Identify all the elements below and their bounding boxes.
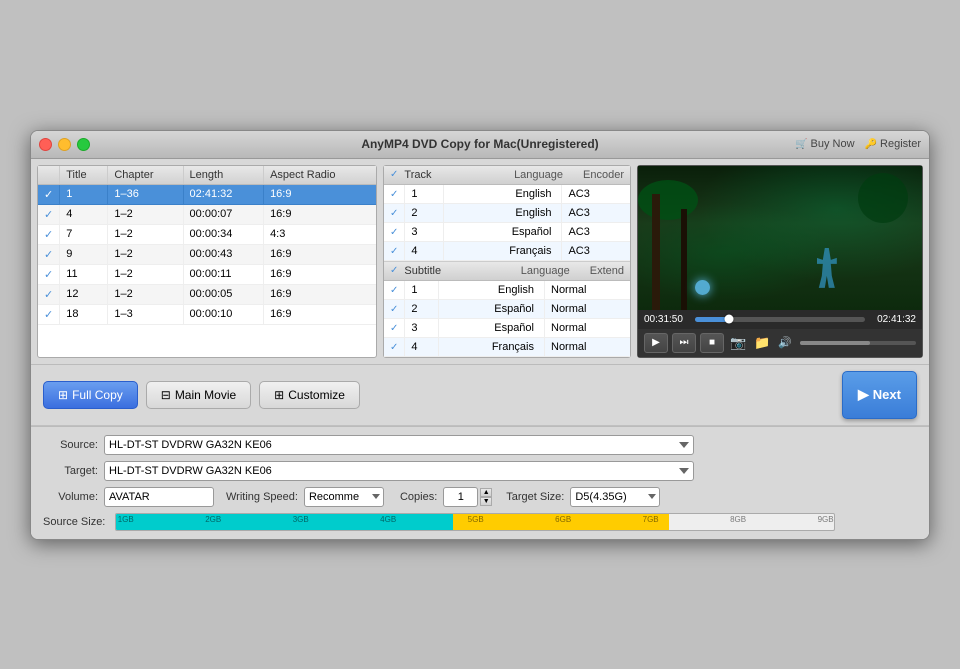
next-button[interactable]: ▶ Next [842,371,917,419]
volume-fill [800,341,870,345]
title-row[interactable]: ✓ 18 1–3 00:00:10 16:9 [38,304,376,324]
target-label: Target: [43,465,98,477]
main-movie-icon: ⊟ [161,388,171,402]
source-label: Source: [43,439,98,451]
total-time: 02:41:32 [871,314,916,325]
spinner-buttons: ▲ ▼ [480,488,492,506]
close-button[interactable] [39,138,52,151]
size-tick: 5GB [466,514,484,524]
copies-spinner: ▲ ▼ [443,487,492,507]
main-movie-button[interactable]: ⊟ Main Movie [146,381,251,409]
full-copy-icon: ⊞ [58,388,68,402]
preview-image [638,166,922,310]
col-title: Title [60,166,108,185]
customize-button[interactable]: ⊞ Customize [259,381,360,409]
title-row[interactable]: ✓ 7 1–2 00:00:34 4:3 [38,224,376,244]
titlebar-actions: 🛒 Buy Now 🔑 Register [795,138,921,150]
size-tick: 6GB [553,514,571,524]
copies-input[interactable] [443,487,478,507]
col-length: Length [183,166,264,185]
target-select[interactable]: HL-DT-ST DVDRW GA32N KE06 [104,461,694,481]
title-row[interactable]: ✓ 12 1–2 00:00:05 16:9 [38,284,376,304]
play-button[interactable]: ▶ [644,333,668,353]
timeline-bar: 00:31:50 02:41:32 [638,310,922,329]
preview-panel: 00:31:50 02:41:32 ▶ ⏭ ■ 📷 📁 🔊 [637,165,923,358]
titlebar: AnyMP4 DVD Copy for Mac(Unregistered) 🛒 … [31,131,929,159]
volume-track[interactable] [800,341,916,345]
volume-label: Volume: [43,491,98,503]
stop-button[interactable]: ■ [700,333,724,353]
target-size-label: Target Size: [506,491,564,503]
controls-bar: ▶ ⏭ ■ 📷 📁 🔊 [638,329,922,357]
register-button[interactable]: 🔑 Register [865,138,921,150]
target-row: Target: HL-DT-ST DVDRW GA32N KE06 [43,461,917,481]
action-buttons-row: ⊞ Full Copy ⊟ Main Movie ⊞ Customize ▶ N… [31,365,929,426]
size-bar: 1GB 2GB 3GB 4GB 5GB 6GB 7GB 8GB 9GB [115,513,835,531]
subtitle-row[interactable]: ✓ 4 Français Normal [384,337,630,356]
progress-track[interactable] [695,317,865,322]
minimize-button[interactable] [58,138,71,151]
track-row[interactable]: ✓ 3 Español AC3 [384,222,630,241]
col-check [38,166,60,185]
writing-speed-select[interactable]: Recomme [304,487,384,507]
screenshot-button[interactable]: 📷 [728,333,748,353]
main-content: Title Chapter Length Aspect Radio ✓ 1 1–… [31,159,929,365]
subtitle-table: ✓ 1 English Normal ✓ 2 Español Normal ✓ … [384,281,630,357]
title-panel: Title Chapter Length Aspect Radio ✓ 1 1–… [37,165,377,358]
current-time: 00:31:50 [644,314,689,325]
next-frame-button[interactable]: ⏭ [672,333,696,353]
title-row[interactable]: ✓ 4 1–2 00:00:07 16:9 [38,204,376,224]
source-select[interactable]: HL-DT-ST DVDRW GA32N KE06 [104,435,694,455]
subtitle-row[interactable]: ✓ 2 Español Normal [384,299,630,318]
key-icon: 🔑 [865,139,877,150]
writing-speed-label: Writing Speed: [226,491,298,503]
next-arrow-icon: ▶ [858,386,869,403]
title-row[interactable]: ✓ 11 1–2 00:00:11 16:9 [38,264,376,284]
size-tick: 3GB [291,514,309,524]
col-chapter: Chapter [108,166,183,185]
track-row[interactable]: ✓ 1 English AC3 [384,185,630,204]
folder-button[interactable]: 📁 [752,333,772,353]
full-copy-button[interactable]: ⊞ Full Copy [43,381,138,409]
track-panel: ✓ Track Language Encoder ✓ 1 English AC3… [383,165,631,358]
source-size-row: Source Size: 1GB 2GB 3GB 4GB 5GB 6GB 7GB 8GB 9GB [43,513,917,531]
track-row[interactable]: ✓ 4 Français AC3 [384,241,630,260]
customize-icon: ⊞ [274,388,284,402]
volume-row: Volume: Writing Speed: Recomme Copies: ▲… [43,487,917,507]
title-table: Title Chapter Length Aspect Radio ✓ 1 1–… [38,166,376,325]
size-tick: 4GB [378,514,396,524]
progress-thumb [725,315,734,324]
title-row[interactable]: ✓ 9 1–2 00:00:43 16:9 [38,244,376,264]
bottom-form: Source: HL-DT-ST DVDRW GA32N KE06 Target… [31,426,929,539]
copies-decrement[interactable]: ▼ [480,497,492,506]
copies-increment[interactable]: ▲ [480,488,492,497]
size-bar-ticks: 1GB 2GB 3GB 4GB 5GB 6GB 7GB 8GB 9GB [116,514,834,530]
source-row: Source: HL-DT-ST DVDRW GA32N KE06 [43,435,917,455]
preview-area [638,166,922,310]
volume-input[interactable] [104,487,214,507]
subtitle-row[interactable]: ✓ 1 English Normal [384,281,630,300]
maximize-button[interactable] [77,138,90,151]
track-header: ✓ Track Language Encoder [384,166,630,185]
target-size-select[interactable]: D5(4.35G) [570,487,660,507]
track-row[interactable]: ✓ 2 English AC3 [384,203,630,222]
size-tick: 1GB [116,514,134,524]
track-table: ✓ 1 English AC3 ✓ 2 English AC3 ✓ 3 Espa… [384,185,630,261]
copies-label: Copies: [400,491,437,503]
cart-icon: 🛒 [795,139,807,150]
buy-now-button[interactable]: 🛒 Buy Now [795,138,854,150]
source-size-label: Source Size: [43,516,105,528]
application-window: AnyMP4 DVD Copy for Mac(Unregistered) 🛒 … [30,130,930,540]
size-tick: 8GB [728,514,746,524]
window-title: AnyMP4 DVD Copy for Mac(Unregistered) [361,137,598,151]
size-tick: 2GB [203,514,221,524]
size-tick: 7GB [641,514,659,524]
col-aspect: Aspect Radio [264,166,376,185]
subtitle-row[interactable]: ✓ 3 Español Normal [384,318,630,337]
traffic-lights [39,138,90,151]
title-row[interactable]: ✓ 1 1–36 02:41:32 16:9 [38,184,376,204]
subtitle-header: ✓ Subtitle Language Extend [384,261,630,281]
volume-icon: 🔊 [778,336,792,349]
size-tick: 9GB [816,514,834,524]
